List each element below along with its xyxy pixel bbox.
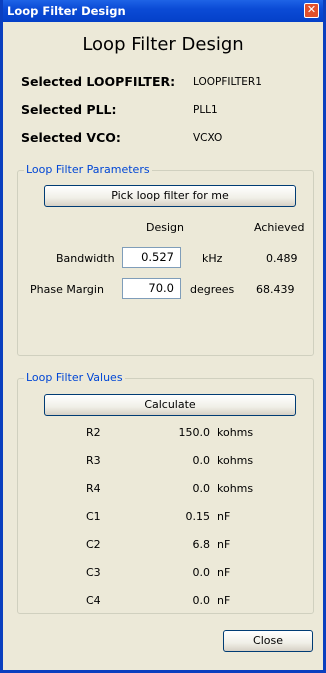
selected-loopfilter-label: Selected LOOPFILTER: xyxy=(21,74,176,89)
close-icon[interactable]: ✕ xyxy=(304,3,319,18)
close-button[interactable]: Close xyxy=(223,630,313,652)
c1-unit: nF xyxy=(217,510,231,523)
phase-margin-design-input[interactable]: 70.0 xyxy=(122,278,181,299)
selected-loopfilter-value: LOOPFILTER1 xyxy=(193,76,262,88)
r4-label: R4 xyxy=(86,482,101,495)
values-group-legend: Loop Filter Values xyxy=(24,371,125,384)
r3-unit: kohms xyxy=(217,454,254,467)
bandwidth-design-input[interactable]: 0.527 xyxy=(122,247,181,268)
pick-loop-filter-button[interactable]: Pick loop filter for me xyxy=(44,185,296,207)
bandwidth-unit: kHz xyxy=(202,252,223,265)
calculate-button[interactable]: Calculate xyxy=(44,394,296,416)
c3-unit: nF xyxy=(217,566,231,579)
r4-value: 0.0 xyxy=(192,482,211,495)
c4-label: C4 xyxy=(86,594,101,607)
r2-value: 150.0 xyxy=(178,426,211,439)
r2-label: R2 xyxy=(86,426,101,439)
c3-value: 0.0 xyxy=(192,566,211,579)
r3-value: 0.0 xyxy=(192,454,211,467)
title-bar[interactable]: Loop Filter Design ✕ xyxy=(3,0,323,22)
c4-unit: nF xyxy=(217,594,231,607)
phase-margin-label: Phase Margin xyxy=(30,283,104,296)
c2-label: C2 xyxy=(86,538,101,551)
window-title: Loop Filter Design xyxy=(7,4,126,18)
c3-label: C3 xyxy=(86,566,101,579)
c1-value: 0.15 xyxy=(185,510,211,523)
parameters-group-legend: Loop Filter Parameters xyxy=(24,163,152,176)
selected-vco-value: VCXO xyxy=(193,132,223,144)
bandwidth-achieved-value: 0.489 xyxy=(266,252,298,265)
selected-pll-value: PLL1 xyxy=(193,104,218,116)
c2-value: 6.8 xyxy=(192,538,211,551)
c2-unit: nF xyxy=(217,538,231,551)
bandwidth-label: Bandwidth xyxy=(56,252,115,265)
dialog-client: Loop Filter Design Selected LOOPFILTER: … xyxy=(3,22,323,670)
loop-filter-parameters-group: Loop Filter Parameters Pick loop filter … xyxy=(17,163,314,356)
loop-filter-values-group: Loop Filter Values Calculate R2 150.0 ko… xyxy=(17,371,314,614)
achieved-column-header: Achieved xyxy=(254,221,305,234)
phase-margin-unit: degrees xyxy=(190,283,235,296)
design-column-header: Design xyxy=(146,221,184,234)
r3-label: R3 xyxy=(86,454,101,467)
phase-margin-achieved-value: 68.439 xyxy=(256,283,295,296)
selected-vco-label: Selected VCO: xyxy=(21,130,121,145)
page-title: Loop Filter Design xyxy=(82,34,244,55)
selected-pll-label: Selected PLL: xyxy=(21,102,117,117)
r4-unit: kohms xyxy=(217,482,254,495)
r2-unit: kohms xyxy=(217,426,254,439)
c4-value: 0.0 xyxy=(192,594,211,607)
dialog-window: Loop Filter Design ✕ Loop Filter Design … xyxy=(0,0,326,673)
c1-label: C1 xyxy=(86,510,101,523)
